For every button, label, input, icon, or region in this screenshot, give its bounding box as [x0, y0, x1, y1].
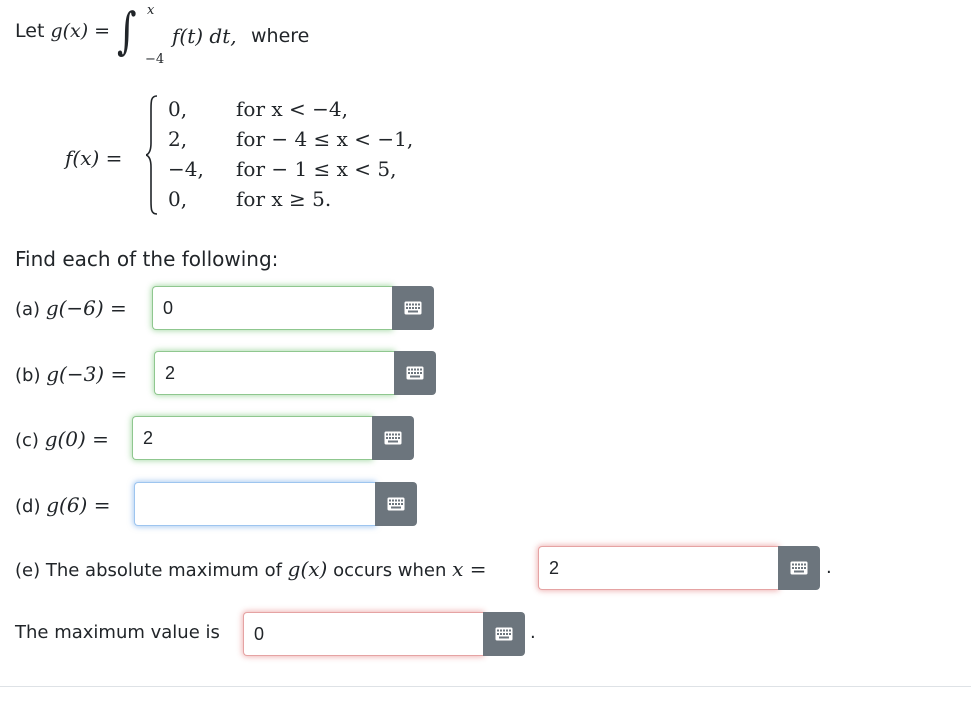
- answer-d-group: [134, 482, 417, 526]
- answer-a-group: [152, 286, 434, 330]
- question-a-label: (a) g(−6) =: [15, 296, 127, 320]
- question-a-expr: g(−6) =: [45, 296, 127, 320]
- answer-c-group: [132, 416, 414, 460]
- answer-e-input[interactable]: [538, 546, 778, 590]
- keyboard-icon: [404, 301, 422, 315]
- keyboard-icon: [790, 561, 808, 575]
- keyboard-button-b[interactable]: [394, 351, 436, 395]
- question-d-label: (d) g(6) =: [15, 493, 110, 517]
- keyboard-button-c[interactable]: [372, 416, 414, 460]
- answer-d-input[interactable]: [134, 482, 375, 526]
- where-text: where: [251, 25, 310, 47]
- question-e-label: (e) The absolute maximum of g(x) occurs …: [15, 557, 487, 581]
- question-e-text: (e) The absolute maximum of: [15, 560, 282, 581]
- keyboard-button-d[interactable]: [375, 482, 417, 526]
- definition-line: Let g(x) =: [15, 20, 110, 42]
- answer-b-group: [154, 351, 436, 395]
- period-e: .: [826, 557, 832, 578]
- instructions: Find each of the following:: [15, 247, 279, 271]
- answer-max-input[interactable]: [243, 612, 483, 656]
- integral-lower-limit: −4: [145, 52, 165, 67]
- max-value-label: The maximum value is: [15, 622, 220, 643]
- question-e-expr2: x =: [452, 557, 487, 581]
- keyboard-icon: [387, 497, 405, 511]
- piecewise-label: f(x) =: [65, 146, 123, 170]
- integral-sign: ∫: [117, 2, 137, 60]
- piecewise-value-3: −4,: [168, 157, 204, 181]
- question-b-prefix: (b): [15, 365, 41, 386]
- question-b-expr: g(−3) =: [46, 362, 128, 386]
- piecewise-condition-2: for − 4 ≤ x < −1,: [236, 127, 414, 151]
- answer-e-group: [538, 546, 820, 590]
- keyboard-button-e[interactable]: [778, 546, 820, 590]
- answer-a-input[interactable]: [152, 286, 392, 330]
- question-d-prefix: (d): [15, 496, 41, 517]
- keyboard-button-a[interactable]: [392, 286, 434, 330]
- question-c-label: (c) g(0) =: [15, 427, 109, 451]
- piecewise-condition-4: for x ≥ 5.: [236, 187, 332, 211]
- question-d-expr: g(6) =: [46, 493, 111, 517]
- let-text: Let: [15, 20, 45, 42]
- piecewise-condition-1: for x < −4,: [236, 97, 348, 121]
- question-c-expr: g(0) =: [44, 427, 109, 451]
- integral-upper-limit: x: [147, 3, 155, 18]
- question-c-prefix: (c): [15, 430, 39, 451]
- answer-b-input[interactable]: [154, 351, 394, 395]
- keyboard-icon: [495, 627, 513, 641]
- piecewise-value-2: 2,: [168, 127, 188, 151]
- question-a-prefix: (a): [15, 299, 41, 320]
- keyboard-icon: [384, 431, 402, 445]
- answer-max-group: [243, 612, 525, 656]
- g-lhs: g(x) =: [50, 20, 111, 42]
- answer-c-input[interactable]: [132, 416, 372, 460]
- bottom-divider: [0, 686, 971, 687]
- left-brace: [146, 95, 158, 215]
- piecewise-condition-3: for − 1 ≤ x < 5,: [236, 157, 397, 181]
- question-e-text2: occurs when: [333, 560, 447, 581]
- keyboard-icon: [406, 366, 424, 380]
- piecewise-value-4: 0,: [168, 187, 188, 211]
- keyboard-button-max[interactable]: [483, 612, 525, 656]
- question-b-label: (b) g(−3) =: [15, 362, 127, 386]
- piecewise-value-1: 0,: [168, 97, 188, 121]
- period-max: .: [530, 622, 536, 643]
- integrand: f(t) dt,: [172, 24, 237, 48]
- question-e-expr: g(x): [287, 557, 328, 581]
